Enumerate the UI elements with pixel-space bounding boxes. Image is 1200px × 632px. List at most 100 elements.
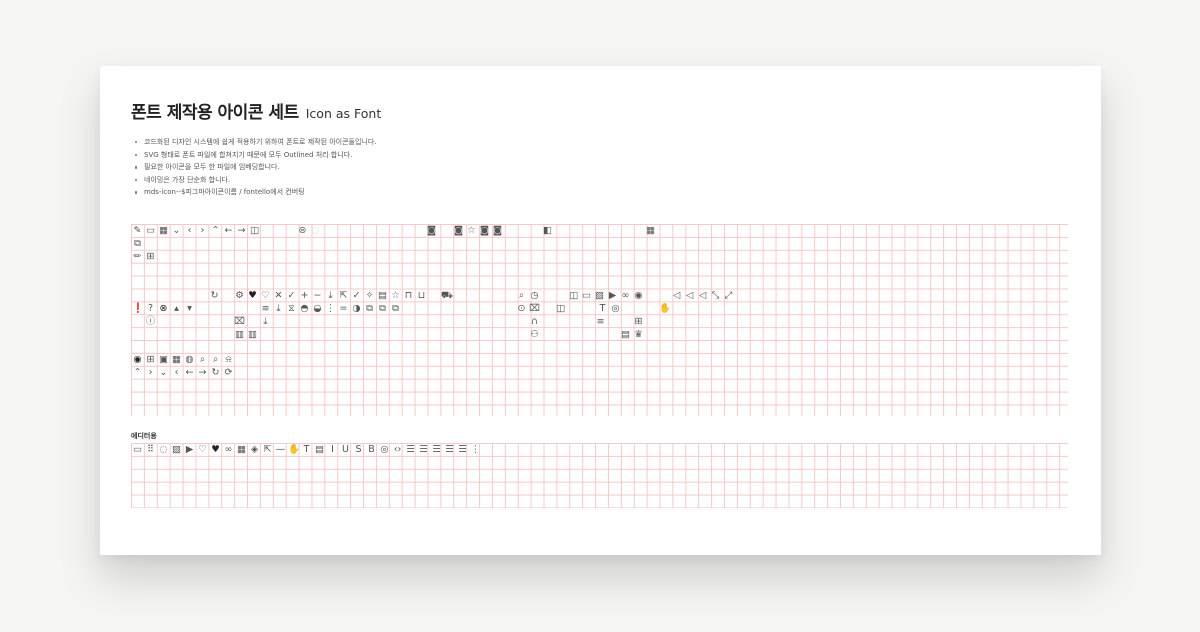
copy-icon: ⧉ xyxy=(392,303,399,314)
badge-icon: ⊜ xyxy=(298,225,307,236)
page-title: 폰트 제작용 아이콘 세트 Icon as Font xyxy=(131,98,381,123)
refresh-icon: ↻ xyxy=(210,290,219,301)
crown-icon: ♛ xyxy=(634,329,643,340)
expand-icon: ⤢ xyxy=(724,290,733,301)
collapse-icon: ⤡ xyxy=(711,290,720,301)
hand-icon: ✋ xyxy=(659,303,671,314)
video-icon: ▶ xyxy=(185,444,194,455)
close-circle-icon: ⊗ xyxy=(159,303,168,314)
heart-icon: ♡ xyxy=(261,290,270,301)
italic-icon: I xyxy=(331,444,334,455)
gallery-icon: ◧ xyxy=(543,225,552,236)
layout-icon: ⊞ xyxy=(146,251,155,262)
text-icon: T xyxy=(599,303,606,314)
thumbs-down-icon: ◒ xyxy=(313,303,322,314)
check-icon: ✓ xyxy=(352,290,361,301)
lock-icon: ⊓ xyxy=(404,290,413,301)
guideline-item: mds-icon--$피그마아이콘이름 / fontello에서 컨버팅 xyxy=(135,186,377,199)
info-icon: ⓘ xyxy=(145,316,156,327)
book-icon: ◫ xyxy=(569,290,578,301)
chevron-left-icon: ‹ xyxy=(174,367,179,378)
store-icon: ▥ xyxy=(235,329,244,340)
volume-icon: ◁ xyxy=(672,290,681,301)
star-icon: ☆ xyxy=(467,225,476,236)
file-add-icon: ⊞ xyxy=(634,316,643,327)
chevron-up-icon: ⌃ xyxy=(211,225,220,236)
equals-icon: = xyxy=(339,303,348,314)
store-icon: ▥ xyxy=(248,329,257,340)
chevron-right-icon: › xyxy=(200,225,205,236)
heart-filled-icon: ♥ xyxy=(211,444,220,455)
mention-icon: ◑ xyxy=(352,303,361,314)
code-icon: ‹› xyxy=(393,444,402,455)
quote-icon: ▤ xyxy=(315,444,324,455)
profile-icon: ◍ xyxy=(185,354,194,365)
comment-icon: ▤ xyxy=(378,290,387,301)
card-icon: ▣ xyxy=(159,354,168,365)
mute-icon: ◁ xyxy=(698,290,707,301)
page-title-korean: 폰트 제작용 아이콘 세트 xyxy=(131,103,299,123)
pencil-icon: ✏ xyxy=(133,251,142,262)
link-icon: ∞ xyxy=(224,444,233,455)
book-icon: ◫ xyxy=(556,303,565,314)
image-icon: ▨ xyxy=(595,290,604,301)
eye-icon: ◎ xyxy=(611,303,620,314)
caret-down-icon: ▾ xyxy=(187,303,192,314)
arrow-left-icon: ← xyxy=(185,367,194,378)
caret-up-icon: ▴ xyxy=(174,303,179,314)
share-icon: ⇱ xyxy=(339,290,348,301)
heart-filled-icon: ♥ xyxy=(248,290,257,301)
editor-section-label: 에디터용 xyxy=(131,432,157,440)
document-icon: ▭ xyxy=(146,225,155,236)
filter-icon: ⧖ xyxy=(288,303,295,314)
chevron-down-icon: ⌄ xyxy=(159,367,168,378)
refresh-icon: ↻ xyxy=(211,367,220,378)
hide-icon: ◎ xyxy=(380,444,389,455)
list-icon: ≡ xyxy=(596,316,605,327)
settings-icon: ⚙ xyxy=(235,290,244,301)
icon-grid-main: ✎ ▭ ▦ ⌄ ‹ › ⌃ ← → ◫ ⊜ ◌ ◙ ◙ ☆ ◙ ◙ ◧ ▦ ⧉ ✏ ⊞ ↻ ⚙ ♥ ♡ ✕ ✓ + − ⤓ ⇱ ✓ ✧ ▤ ☆ ⊓ ⊔ ⛟ ⌕… xyxy=(131,224,1068,416)
gallery-icon: ▦ xyxy=(172,354,181,365)
slides-icon: ▭ xyxy=(582,290,591,301)
help-icon: ? xyxy=(147,303,154,314)
minus-icon: − xyxy=(313,290,322,301)
save-icon: ▦ xyxy=(159,225,168,236)
arrow-left-icon: ← xyxy=(224,225,233,236)
speech-bubble-icon: ◌ xyxy=(159,444,168,455)
heart-icon: ♡ xyxy=(198,444,207,455)
chevron-left-icon: ‹ xyxy=(187,225,192,236)
bell-icon: ⍾ xyxy=(225,354,232,365)
edit-pencil-icon: ✎ xyxy=(133,225,142,236)
link-icon: ∞ xyxy=(621,290,630,301)
sync-icon: ⟳ xyxy=(224,367,233,378)
external-link-icon: ⇱ xyxy=(263,444,272,455)
chevron-up-icon: ⌃ xyxy=(133,367,142,378)
location-icon: ⊙ xyxy=(517,303,526,314)
embed-icon: ◈ xyxy=(250,444,259,455)
sparkle-icon: ✧ xyxy=(365,290,374,301)
trash-icon: ⌧ xyxy=(234,316,245,327)
camera-icon: ◙ xyxy=(453,225,464,236)
chat-icon: ◌ xyxy=(311,225,320,236)
guideline-item: 네이밍은 가장 단순화 합니다. xyxy=(135,174,377,187)
download-icon: ⤓ xyxy=(328,290,333,301)
bold-icon: B xyxy=(368,444,375,455)
more-vertical-icon: ⋮ xyxy=(325,303,336,314)
arrow-right-icon: → xyxy=(198,367,207,378)
chevron-right-icon: › xyxy=(148,367,153,378)
menu-icon: ≡ xyxy=(261,303,270,314)
hand-icon: ✋ xyxy=(288,444,300,455)
close-icon: ✕ xyxy=(274,290,283,301)
camera-icon: ◉ xyxy=(634,290,643,301)
arrow-right-icon: → xyxy=(237,225,246,236)
more-vertical-icon: ⋮ xyxy=(470,444,481,455)
avatar-filled-icon: ◉ xyxy=(133,354,142,365)
play-icon: ▶ xyxy=(608,290,617,301)
text-icon: T xyxy=(303,444,310,455)
guideline-item: SVG 형태로 폰트 파일에 합쳐지기 때문에 모두 Outlined 처리 합… xyxy=(135,149,377,162)
page-title-english: Icon as Font xyxy=(305,106,382,121)
alert-filled-icon: ❗ xyxy=(132,303,144,314)
drag-handle-icon: ⠿ xyxy=(147,444,154,455)
guideline-list: 코드화된 디자인 시스템에 쉽게 적용하기 위하여 폰트로 제작된 아이콘들입니… xyxy=(135,136,377,199)
book-icon: ◫ xyxy=(250,225,259,236)
